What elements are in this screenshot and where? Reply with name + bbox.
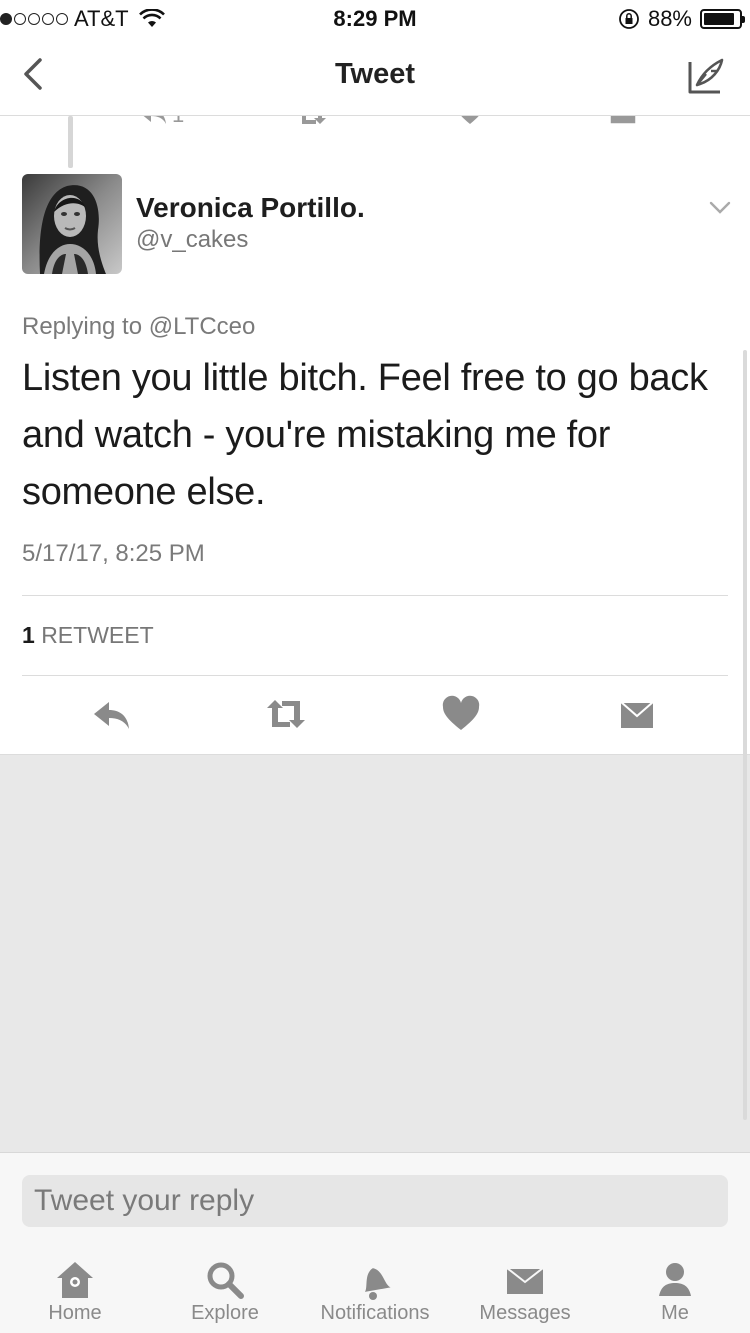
battery-percent: 88% (647, 6, 692, 31)
retweet-count: 1 (22, 622, 35, 648)
tab-label: Messages (479, 1302, 571, 1324)
tab-messages[interactable]: Messages (450, 1258, 600, 1325)
orientation-lock-icon (619, 9, 639, 29)
reply-icon (94, 702, 129, 729)
status-bar: AT&T 8:29 PM 88% (0, 0, 750, 40)
tab-label: Notifications (320, 1302, 430, 1324)
retweet-button[interactable] (262, 690, 310, 738)
retweet-stats[interactable]: 1 RETWEET (22, 622, 154, 649)
empty-content-area (0, 754, 750, 1152)
reply-input[interactable] (22, 1175, 728, 1227)
person-icon (659, 1263, 691, 1296)
tab-bar: Home Explore Notifications Messages Me (0, 1244, 750, 1333)
chevron-down-icon[interactable] (708, 198, 732, 218)
envelope-icon (618, 701, 656, 728)
compose-icon[interactable] (684, 54, 728, 98)
tab-label: Me (661, 1302, 689, 1324)
home-icon (57, 1262, 93, 1298)
envelope-icon (504, 1267, 546, 1294)
divider (22, 675, 728, 676)
avatar[interactable] (22, 174, 122, 274)
battery-icon (700, 9, 745, 29)
bell-icon (364, 1268, 391, 1300)
navigation-bar: Tweet (0, 40, 750, 116)
like-button[interactable] (437, 690, 485, 738)
tab-me[interactable]: Me (600, 1258, 750, 1325)
user-handle[interactable]: @v_cakes (136, 226, 248, 254)
reply-bar (0, 1152, 750, 1244)
search-icon (207, 1262, 244, 1299)
tweet-timestamp: 5/17/17, 8:25 PM (22, 540, 205, 567)
tweet-text: Listen you little bitch. Feel free to go… (22, 357, 708, 513)
tab-notifications[interactable]: Notifications (300, 1258, 450, 1325)
retweet-label: RETWEET (41, 622, 154, 648)
tab-home[interactable]: Home (0, 1258, 150, 1325)
tab-label: Home (48, 1302, 102, 1324)
scrollbar[interactable] (743, 350, 747, 1120)
profile-photo (22, 174, 122, 274)
direct-message-button[interactable] (613, 690, 661, 738)
heart-icon (442, 695, 480, 730)
tweet-actions (0, 690, 750, 754)
divider (22, 595, 728, 596)
replying-to[interactable]: Replying to @LTCceo (22, 313, 255, 341)
page-title: Tweet (334, 58, 416, 90)
retweet-icon (267, 700, 305, 728)
tab-explore[interactable]: Explore (150, 1258, 300, 1325)
display-name[interactable]: Veronica Portillo. (136, 192, 365, 224)
tab-label: Explore (191, 1302, 259, 1324)
reply-button[interactable] (88, 690, 136, 738)
